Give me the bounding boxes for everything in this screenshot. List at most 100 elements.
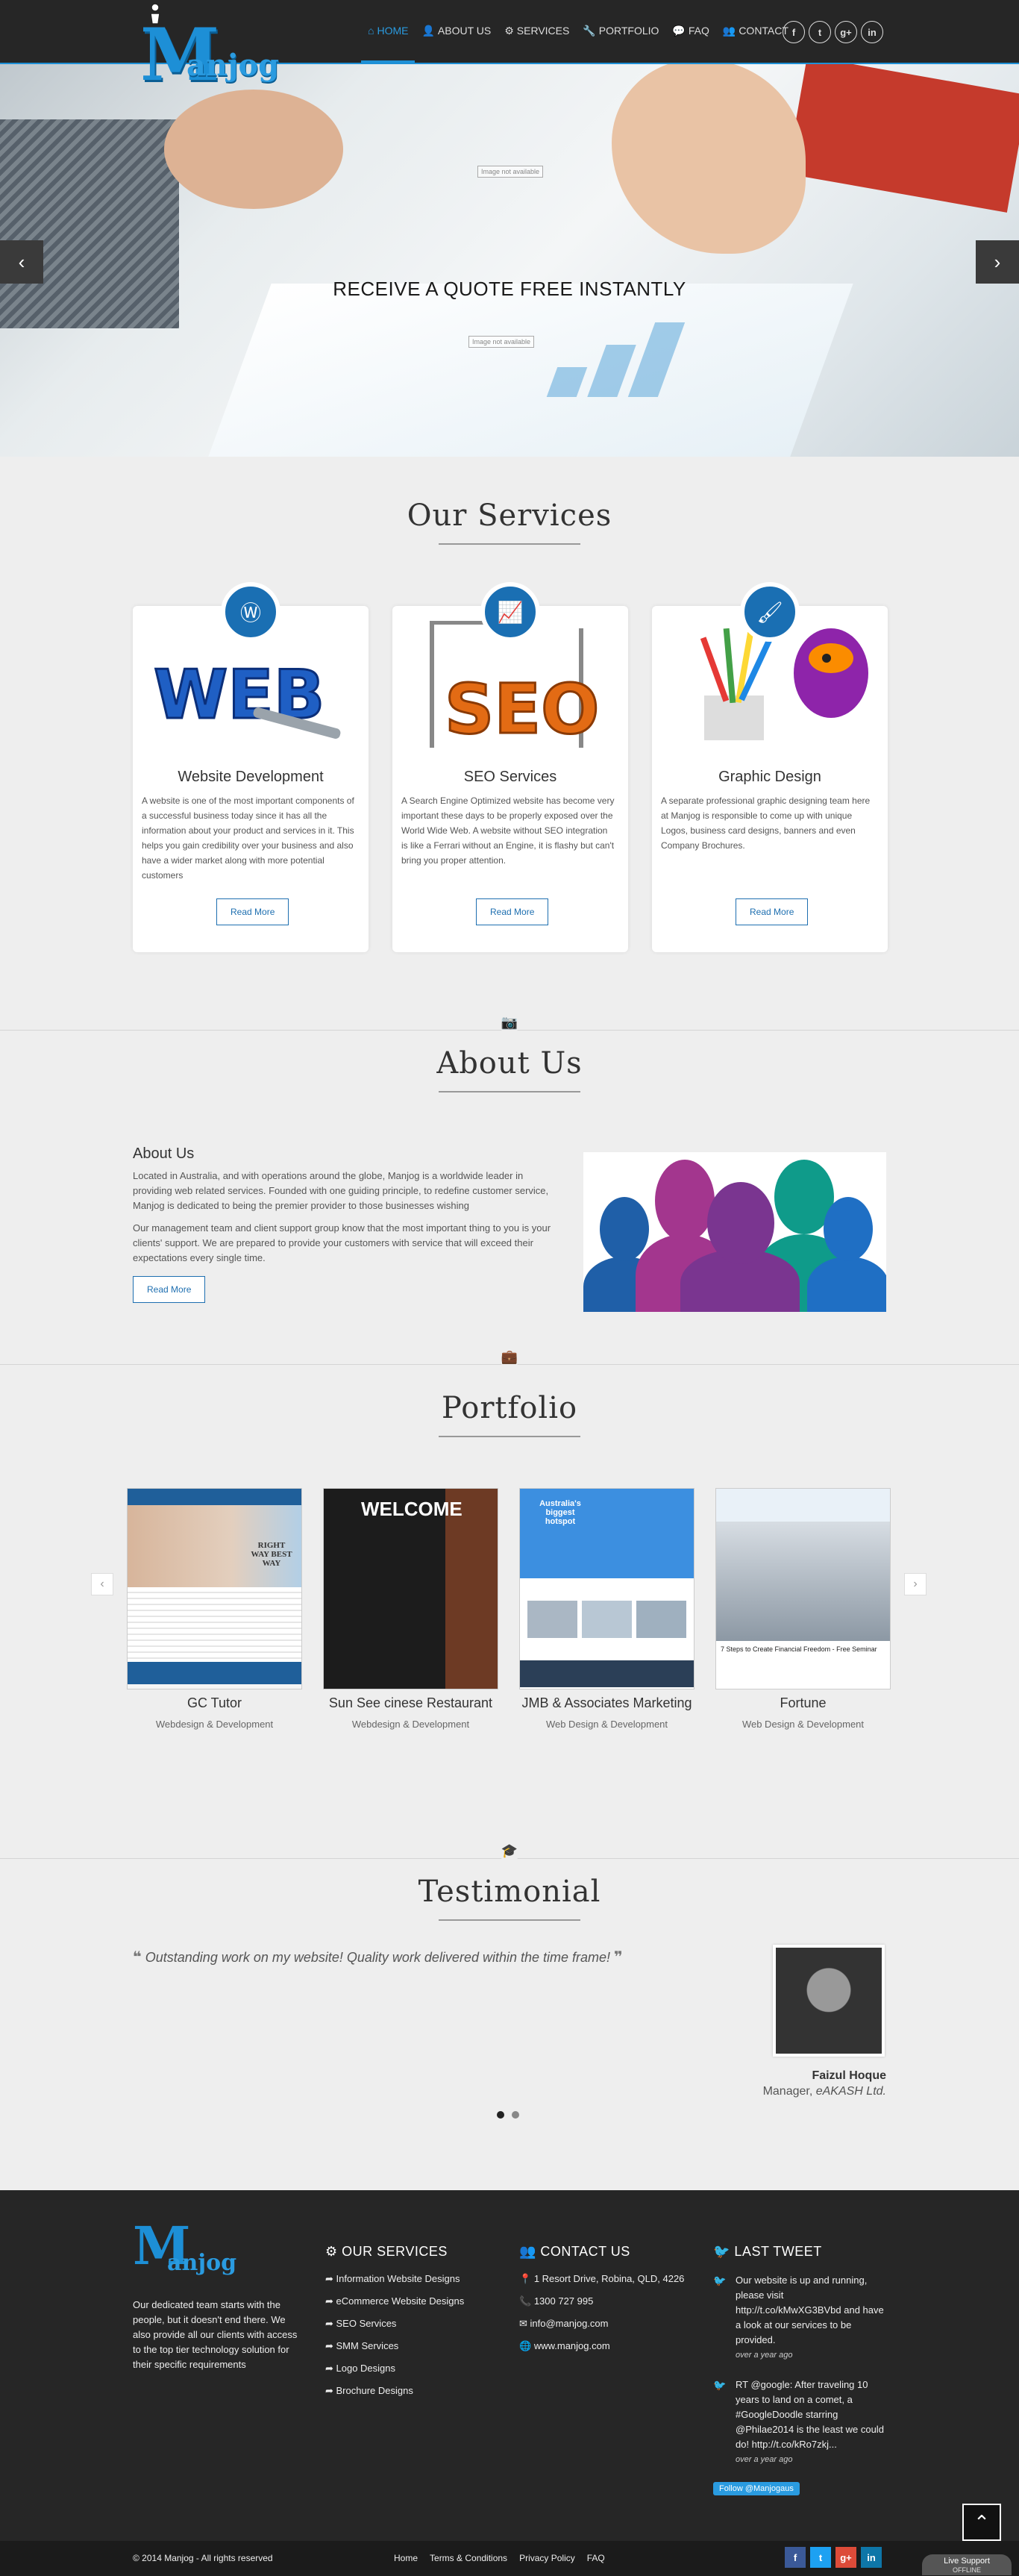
footer-bottom-bar: © 2014 Manjog - All rights reserved Home… <box>0 2541 1019 2576</box>
testimonial-quote: ❝ Outstanding work on my website! Qualit… <box>133 1948 623 1966</box>
hero-image-notebook <box>786 56 1019 213</box>
about-subtitle: About Us <box>133 1145 195 1162</box>
shot-caption: Australia's biggest hotspot <box>539 1499 581 1526</box>
person-figure <box>807 1257 886 1312</box>
tweet-item: RT @google: After traveling 10 years to … <box>713 2378 886 2467</box>
hero-image-hand-left <box>164 90 343 209</box>
facebook-icon[interactable]: f <box>783 21 805 43</box>
facebook-icon[interactable]: f <box>785 2547 806 2568</box>
share-icon: ➦ <box>325 2385 336 2396</box>
pager-dot[interactable] <box>512 2111 519 2119</box>
live-support-widget[interactable]: Live Support OFFLINE <box>922 2554 1012 2575</box>
services-header: Our Services <box>0 498 1019 545</box>
read-more-button[interactable]: Read More <box>216 898 289 925</box>
role-text: Manager, <box>762 2085 816 2098</box>
image-placeholder: Image not available <box>468 336 535 348</box>
contact-email[interactable]: ✉ info@manjog.com <box>519 2318 684 2330</box>
footer-logo[interactable]: M anjog <box>133 2220 237 2287</box>
read-more-button[interactable]: Read More <box>476 898 549 925</box>
avatar <box>773 1945 885 2057</box>
portfolio-item[interactable]: RIGHT WAY BEST WAY GC Tutor Webdesign & … <box>127 1488 302 1730</box>
footer-link[interactable]: ➦ SMM Services <box>325 2340 464 2352</box>
portfolio-next-button[interactable]: › <box>904 1573 926 1595</box>
footer-link[interactable]: ➦ Brochure Designs <box>325 2385 464 2397</box>
portfolio-screenshot: RIGHT WAY BEST WAY <box>127 1488 302 1689</box>
footer-link[interactable]: ➦ SEO Services <box>325 2318 464 2330</box>
nav-about[interactable]: 👤 ABOUT US <box>415 0 498 63</box>
contact-website[interactable]: 🌐 www.manjog.com <box>519 2340 684 2352</box>
nav-services[interactable]: ⚙ SERVICES <box>498 0 576 63</box>
section-title: Portfolio <box>441 1391 578 1425</box>
gears-icon: ⚙ <box>504 24 514 37</box>
portfolio-prev-button[interactable]: ‹ <box>91 1573 113 1595</box>
gear-icon: ⚙ <box>325 2244 342 2259</box>
heading-text: CONTACT US <box>540 2244 630 2259</box>
contact-address: 📍 1 Resort Drive, Robina, QLD, 4226 <box>519 2273 684 2285</box>
portfolio-title: GC Tutor <box>186 1695 242 1710</box>
portfolio-item[interactable]: Australia's biggest hotspot JMB & Associ… <box>519 1488 695 1730</box>
footer-tweets: 🐦 LAST TWEET Our website is up and runni… <box>713 2244 886 2495</box>
twitter-icon[interactable]: t <box>810 2547 831 2568</box>
linkedin-icon[interactable]: in <box>861 21 883 43</box>
brand-logo[interactable]: M anjog <box>139 3 280 100</box>
footer-link[interactable]: ➦ Logo Designs <box>325 2363 464 2375</box>
portfolio-screenshot: WELCOME <box>323 1488 498 1689</box>
bottom-link-faq[interactable]: FAQ <box>587 2553 605 2563</box>
person-figure <box>707 1182 774 1264</box>
phone-icon: 📞 <box>519 2295 534 2307</box>
quote-open-icon: ❝ <box>133 1949 142 1966</box>
nav-label: FAQ <box>688 25 709 37</box>
map-marker-icon: 📍 <box>519 2273 534 2284</box>
contact-text: 1300 727 995 <box>533 2295 594 2307</box>
home-icon: ⌂ <box>368 24 374 37</box>
service-title: Website Development <box>178 769 324 785</box>
bottom-link-home[interactable]: Home <box>394 2553 418 2563</box>
svg-text:SEO: SEO <box>445 669 599 749</box>
portfolio-category: Webdesign & Development <box>155 1719 274 1730</box>
copyright-text: © 2014 Manjog - All rights reserved <box>133 2553 273 2563</box>
portfolio-carousel: RIGHT WAY BEST WAY GC Tutor Webdesign & … <box>127 1488 891 1730</box>
footer-bottom-links: Home Terms & Conditions Privacy Policy F… <box>394 2553 605 2563</box>
testimonial-role: Manager, eAKASH Ltd. <box>763 2085 886 2098</box>
back-to-top-button[interactable]: ⌃ <box>962 2504 1001 2541</box>
bottom-link-terms[interactable]: Terms & Conditions <box>430 2553 507 2563</box>
tweet-time: over a year ago <box>736 2455 793 2464</box>
section-title: About Us <box>436 1046 583 1081</box>
slider-next-button[interactable]: › <box>976 240 1019 284</box>
nav-portfolio[interactable]: 🔧 PORTFOLIO <box>576 0 665 63</box>
nav-home[interactable]: ⌂ HOME <box>361 0 416 63</box>
portfolio-item[interactable]: 7 Steps to Create Financial Freedom - Fr… <box>715 1488 891 1730</box>
read-more-button[interactable]: Read More <box>133 1276 206 1303</box>
linkedin-icon[interactable]: in <box>861 2547 882 2568</box>
google-plus-icon[interactable]: g+ <box>835 21 857 43</box>
wrench-icon: 🔧 <box>583 24 596 37</box>
read-more-button[interactable]: Read More <box>736 898 809 925</box>
share-icon: ➦ <box>325 2273 336 2284</box>
about-header: About Us <box>0 1046 1019 1092</box>
portfolio-title: Sun See cinese Restaurant <box>328 1695 493 1710</box>
title-underline <box>439 1091 580 1092</box>
twitter-follow-button[interactable]: Follow @Manjogaus <box>713 2482 800 2495</box>
social-links: f t g+ in <box>783 21 883 43</box>
footer: M anjog Our dedicated team starts with t… <box>0 2190 1019 2541</box>
footer-link[interactable]: ➦ Information Website Designs <box>325 2273 464 2285</box>
portfolio-category: Web Design & Development <box>545 1719 668 1730</box>
footer-link[interactable]: ➦ eCommerce Website Designs <box>325 2295 464 2307</box>
hero-image-chart-paper <box>206 284 853 457</box>
shot-caption: WELCOME <box>361 1498 463 1520</box>
shot-caption: 7 Steps to Create Financial Freedom - Fr… <box>721 1645 877 1653</box>
google-plus-icon[interactable]: g+ <box>835 2547 856 2568</box>
portfolio-item[interactable]: WELCOME Sun See cinese Restaurant Webdes… <box>323 1488 498 1730</box>
nav-faq[interactable]: 💬 FAQ <box>665 0 715 63</box>
portfolio-title: Fortune <box>780 1695 827 1710</box>
envelope-icon: ✉ <box>519 2318 530 2329</box>
testimonial-pager <box>497 2111 519 2119</box>
live-support-status: OFFLINE <box>952 2566 981 2574</box>
contact-text: info@manjog.com <box>530 2318 609 2329</box>
pager-dot[interactable] <box>497 2111 504 2119</box>
contact-phone[interactable]: 📞 1300 727 995 <box>519 2295 684 2307</box>
footer-heading: 🐦 LAST TWEET <box>713 2244 886 2260</box>
bottom-link-privacy[interactable]: Privacy Policy <box>519 2553 575 2563</box>
slider-prev-button[interactable]: ‹ <box>0 240 43 284</box>
twitter-icon[interactable]: t <box>809 21 831 43</box>
